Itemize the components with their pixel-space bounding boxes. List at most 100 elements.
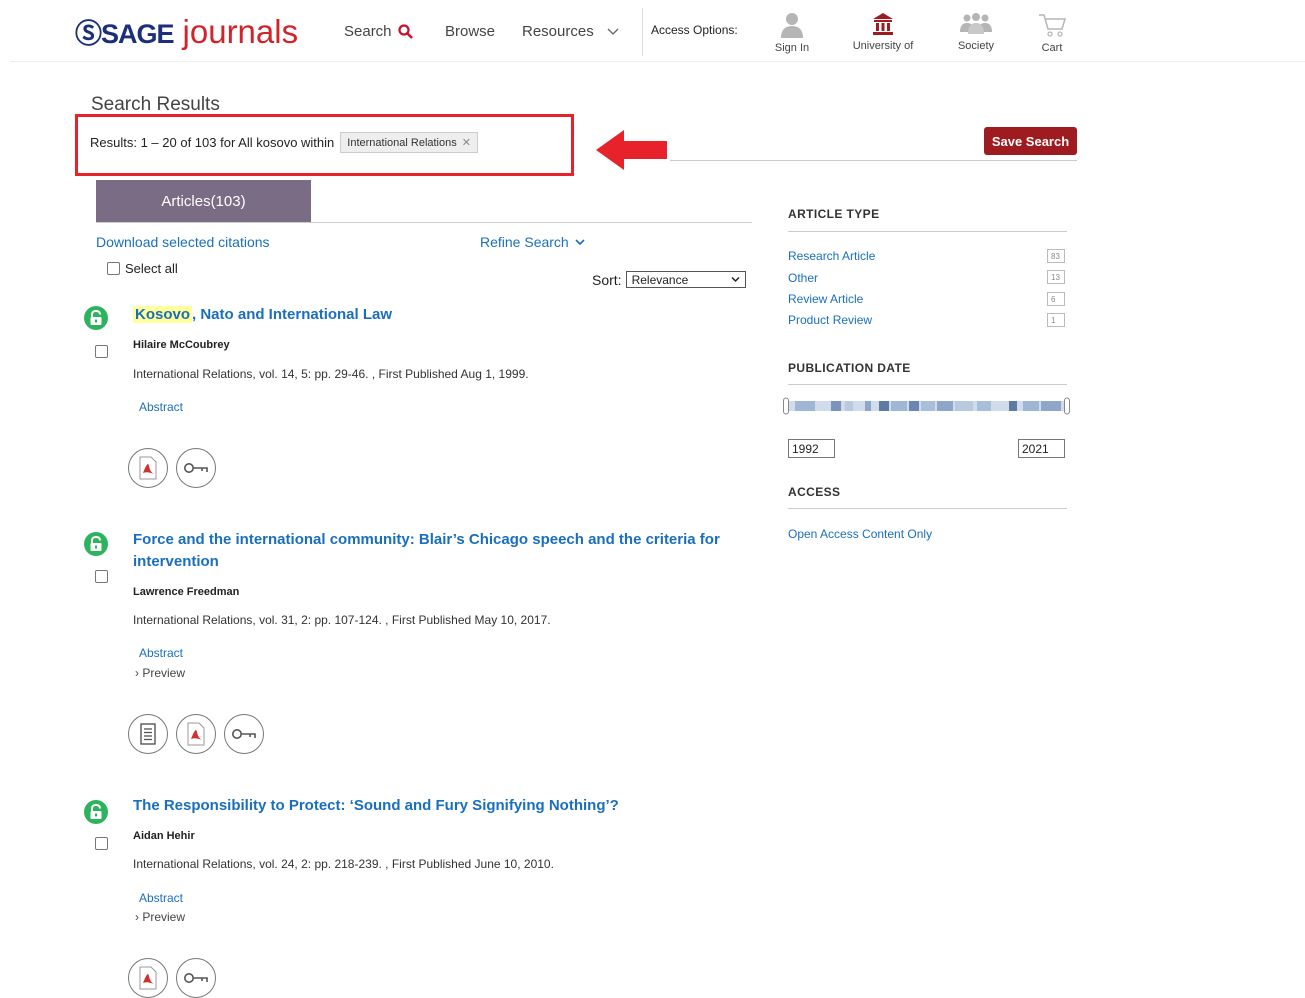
abstract-link[interactable]: Abstract bbox=[139, 400, 183, 414]
result-title-link[interactable]: Force and the international community: B… bbox=[133, 529, 753, 573]
result-checkbox[interactable] bbox=[95, 570, 108, 583]
result-actions bbox=[128, 448, 216, 488]
article-type-heading: ARTICLE TYPE bbox=[788, 207, 880, 221]
annotation-arrow-icon bbox=[596, 130, 667, 170]
result-actions bbox=[128, 958, 216, 998]
facet-review-article[interactable]: Review Article bbox=[788, 292, 863, 306]
pdf-icon bbox=[187, 722, 205, 746]
sort-select-value: Relevance bbox=[631, 272, 689, 287]
society-icon bbox=[960, 13, 992, 34]
nav-search[interactable]: Search bbox=[344, 23, 413, 40]
sort-label: Sort: bbox=[592, 271, 622, 288]
result-meta: International Relations, vol. 24, 2: pp.… bbox=[133, 857, 554, 871]
pdf-button[interactable] bbox=[176, 714, 216, 754]
pdf-icon bbox=[139, 456, 157, 480]
access-key-button[interactable] bbox=[176, 958, 216, 998]
tab-articles[interactable]: Articles(103) bbox=[96, 180, 311, 223]
sidebar-rule bbox=[788, 231, 1067, 232]
result-checkbox[interactable] bbox=[95, 837, 108, 850]
sage-s-icon: Ⓢ bbox=[75, 19, 102, 49]
cart-button[interactable]: Cart bbox=[1035, 12, 1069, 54]
open-access-filter-link[interactable]: Open Access Content Only bbox=[788, 527, 932, 541]
open-access-lock-icon bbox=[84, 532, 108, 556]
date-range-slider[interactable] bbox=[783, 397, 1070, 415]
preview-toggle[interactable]: › Preview bbox=[135, 666, 185, 680]
access-options-label: Access Options: bbox=[651, 23, 738, 37]
facet-count: 6 bbox=[1047, 292, 1065, 306]
society-label: Society bbox=[957, 40, 995, 52]
abstract-link[interactable]: Abstract bbox=[139, 646, 183, 660]
result-checkbox[interactable] bbox=[95, 345, 108, 358]
download-citations-link[interactable]: Download selected citations bbox=[96, 234, 270, 250]
result-title-link[interactable]: The Responsibility to Protect: ‘Sound an… bbox=[133, 795, 619, 817]
university-label: University of bbox=[852, 40, 914, 52]
year-to-input[interactable]: 2021 bbox=[1018, 439, 1065, 458]
logo-journals-text: journals bbox=[182, 13, 299, 50]
sign-in-button[interactable]: Sign In bbox=[772, 12, 812, 54]
nav-browse[interactable]: Browse bbox=[445, 23, 495, 40]
cart-icon bbox=[1039, 14, 1067, 37]
result-meta: International Relations, vol. 14, 5: pp.… bbox=[133, 367, 529, 381]
user-icon bbox=[781, 13, 803, 38]
header-rule bbox=[10, 61, 1305, 62]
range-start-handle bbox=[783, 397, 789, 415]
society-button[interactable]: Society bbox=[954, 12, 998, 52]
search-icon bbox=[397, 24, 413, 39]
pdf-button[interactable] bbox=[128, 958, 168, 998]
cart-label: Cart bbox=[1041, 42, 1063, 54]
select-all[interactable]: Select all bbox=[107, 261, 178, 276]
pdf-button[interactable] bbox=[128, 448, 168, 488]
preview-toggle[interactable]: › Preview bbox=[135, 910, 185, 924]
facet-product-review[interactable]: Product Review bbox=[788, 313, 872, 327]
result-title-link[interactable]: Kosovo, Nato and International Law bbox=[133, 304, 392, 326]
save-search-rule bbox=[670, 160, 1077, 161]
sidebar-rule bbox=[788, 384, 1067, 385]
access-key-button[interactable] bbox=[176, 448, 216, 488]
key-icon bbox=[184, 973, 208, 983]
document-icon bbox=[140, 723, 156, 745]
open-access-lock-icon bbox=[84, 800, 108, 824]
result-author: Lawrence Freedman bbox=[133, 586, 240, 598]
sort-control: Sort: Relevance bbox=[592, 271, 746, 288]
annotation-highlight-box bbox=[75, 114, 574, 176]
save-search-button[interactable]: Save Search bbox=[984, 127, 1077, 155]
sage-journals-logo[interactable]: ⓈSAGE journals bbox=[75, 12, 298, 51]
nav-search-label: Search bbox=[344, 23, 392, 40]
publication-date-heading: PUBLICATION DATE bbox=[788, 361, 911, 375]
key-icon bbox=[232, 729, 256, 739]
nav-resources[interactable]: Resources bbox=[522, 23, 620, 40]
sign-in-label: Sign In bbox=[774, 42, 810, 54]
logo-sage-text: ⓈSAGE bbox=[75, 19, 175, 49]
result-title-line: intervention bbox=[133, 553, 219, 570]
result-actions bbox=[128, 714, 264, 754]
nav-resources-label: Resources bbox=[522, 23, 594, 40]
select-all-checkbox[interactable] bbox=[107, 262, 120, 275]
result-author: Hilaire McCoubrey bbox=[133, 339, 230, 351]
result-meta: International Relations, vol. 31, 2: pp.… bbox=[133, 613, 551, 627]
year-from-input[interactable]: 1992 bbox=[788, 439, 835, 458]
facet-count: 1 bbox=[1047, 313, 1065, 327]
facet-other[interactable]: Other bbox=[788, 271, 818, 285]
access-heading: ACCESS bbox=[788, 485, 841, 499]
pdf-icon bbox=[139, 966, 157, 990]
nav-browse-label: Browse bbox=[445, 23, 496, 40]
facet-research-article[interactable]: Research Article bbox=[788, 249, 875, 263]
result-title-text: , Nato and International Law bbox=[192, 306, 393, 323]
university-button[interactable]: University of bbox=[845, 12, 921, 52]
refine-search-label: Refine Search bbox=[480, 234, 569, 250]
refine-search-toggle[interactable]: Refine Search bbox=[480, 234, 585, 250]
chevron-down-icon bbox=[731, 276, 740, 283]
chevron-down-icon bbox=[607, 28, 619, 35]
sort-select[interactable]: Relevance bbox=[625, 271, 746, 288]
abstract-link[interactable]: Abstract bbox=[139, 891, 183, 905]
key-icon bbox=[184, 463, 208, 473]
open-access-lock-icon bbox=[84, 306, 108, 330]
access-key-button[interactable] bbox=[224, 714, 264, 754]
chevron-down-icon bbox=[575, 239, 585, 246]
select-all-label: Select all bbox=[125, 261, 178, 276]
sidebar-rule bbox=[788, 508, 1067, 509]
full-text-button[interactable] bbox=[128, 714, 168, 754]
facet-count: 83 bbox=[1047, 249, 1065, 263]
result-author: Aidan Hehir bbox=[133, 830, 195, 842]
facet-count: 13 bbox=[1047, 270, 1065, 284]
